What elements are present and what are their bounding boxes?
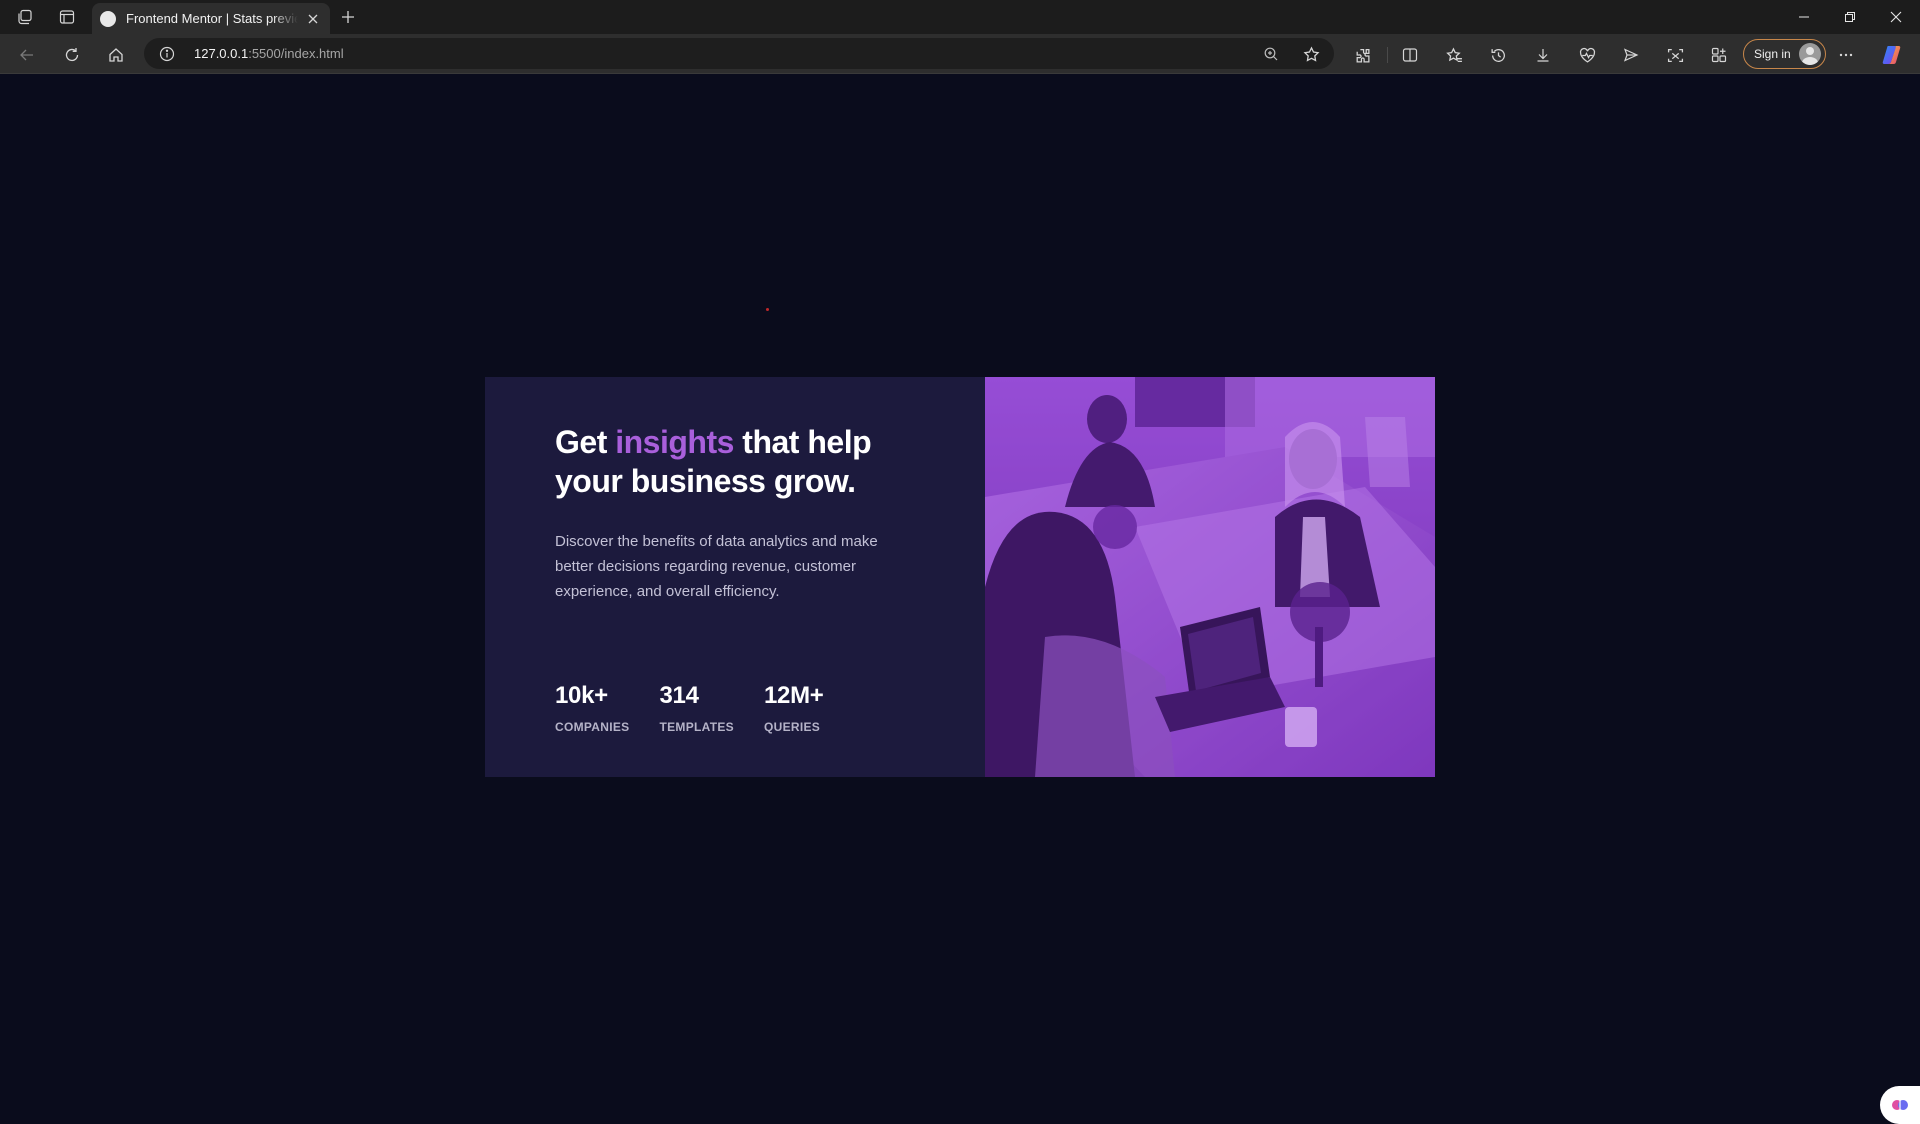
profile-avatar-icon	[1798, 43, 1821, 65]
stat-label: COMPANIES	[555, 720, 630, 734]
favicon-icon	[100, 10, 116, 27]
page-viewport: Get insights that help your business gro…	[0, 75, 1920, 1124]
active-tab[interactable]: Frontend Mentor | Stats preview card com…	[92, 3, 330, 34]
url-host: 127.0.0.1	[194, 46, 249, 61]
url-text[interactable]: 127.0.0.1:5500/index.html	[194, 46, 344, 61]
site-info-icon[interactable]	[158, 45, 176, 63]
history-icon[interactable]	[1487, 44, 1509, 66]
stat-value: 10k+	[555, 682, 608, 709]
stat-templates: 314 TEMPLATES	[659, 682, 733, 734]
tab-title: Frontend Mentor | Stats preview card com…	[126, 11, 298, 26]
sign-in-label: Sign in	[1754, 47, 1791, 61]
refresh-icon[interactable]	[61, 44, 83, 66]
close-window-icon[interactable]	[1885, 6, 1907, 28]
card-heading: Get insights that help your business gro…	[555, 423, 915, 501]
stat-label: TEMPLATES	[659, 720, 734, 734]
share-icon[interactable]	[1620, 44, 1642, 66]
split-screen-icon[interactable]	[1399, 44, 1421, 66]
office-illustration	[985, 377, 1435, 777]
url-path: :5500/index.html	[248, 46, 344, 61]
downloads-icon[interactable]	[1532, 44, 1554, 66]
browser-essentials-icon[interactable]	[1576, 44, 1598, 66]
stat-value: 12M+	[763, 682, 824, 709]
stats-preview-card: Get insights that help your business gro…	[485, 377, 1435, 777]
heading-accent-word: insights	[615, 424, 734, 460]
stat-queries: 12M+ QUERIES	[764, 682, 824, 734]
apps-icon[interactable]	[1708, 44, 1730, 66]
sign-in-button[interactable]: Sign in	[1743, 39, 1826, 69]
restore-icon[interactable]	[1839, 6, 1861, 28]
close-tab-icon[interactable]	[304, 10, 322, 28]
back-icon[interactable]	[16, 44, 38, 66]
brain-icon	[1892, 1100, 1908, 1110]
tab-strip: Frontend Mentor | Stats preview card com…	[0, 0, 1920, 34]
more-options-icon[interactable]	[1835, 44, 1857, 66]
address-bar[interactable]: 127.0.0.1:5500/index.html	[144, 38, 1334, 69]
stat-companies: 10k+ COMPANIES	[555, 682, 629, 734]
extensions-icon[interactable]	[1351, 44, 1373, 66]
zoom-icon[interactable]	[1262, 45, 1280, 63]
office-header-image	[985, 377, 1435, 777]
copilot-sidebar-button[interactable]	[1880, 1086, 1920, 1124]
stat-value: 314	[659, 682, 699, 709]
heading-text-start: Get	[555, 424, 616, 460]
red-dot-marker	[766, 308, 769, 311]
toolbar-divider	[1387, 47, 1388, 63]
screenshot-icon[interactable]	[1664, 44, 1686, 66]
stat-label: QUERIES	[763, 720, 821, 734]
favorite-star-icon[interactable]	[1302, 45, 1320, 63]
home-icon[interactable]	[105, 44, 127, 66]
favorites-icon[interactable]	[1443, 44, 1465, 66]
browser-toolbar: 127.0.0.1:5500/index.html Sign in	[0, 34, 1920, 74]
copilot-icon[interactable]	[1880, 43, 1904, 67]
card-description: Discover the benefits of data analytics …	[555, 533, 878, 600]
new-tab-icon[interactable]	[338, 7, 358, 27]
stats-row: 10k+ COMPANIES 314 TEMPLATES 12M+ QUERIE…	[555, 682, 824, 734]
workspaces-icon[interactable]	[15, 7, 35, 27]
minimize-icon[interactable]	[1793, 6, 1815, 28]
vertical-tabs-icon[interactable]	[57, 7, 77, 27]
card-content: Get insights that help your business gro…	[485, 377, 985, 777]
